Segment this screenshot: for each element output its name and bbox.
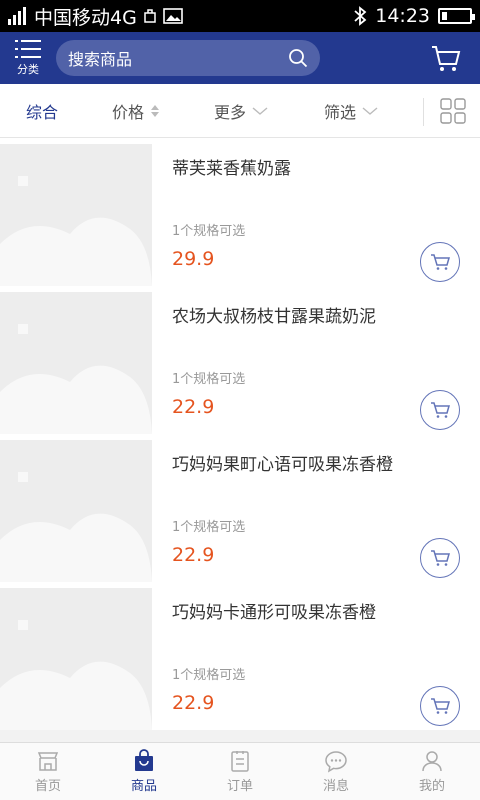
product-name: 农场大叔杨枝甘露果蔬奶泥 (172, 307, 376, 327)
product-item[interactable]: 巧妈妈卡通形可吸果冻香橙 1个规格可选 22.9 (0, 582, 480, 730)
cart-icon (431, 402, 450, 418)
add-to-cart-button[interactable] (420, 242, 460, 282)
category-label: 分类 (17, 63, 39, 76)
add-to-cart-button[interactable] (420, 538, 460, 578)
search-icon[interactable] (288, 48, 308, 68)
product-name: 巧妈妈卡通形可吸果冻香橙 (172, 603, 376, 623)
chevron-down-icon (252, 106, 268, 115)
cart-icon[interactable] (430, 42, 462, 74)
tab-products[interactable]: 商品 (96, 743, 192, 800)
cart-icon (431, 698, 450, 714)
cart-icon (431, 254, 450, 270)
category-button[interactable]: 分类 (0, 32, 56, 84)
product-item[interactable]: 巧妈妈果町心语可吸果冻香橙 1个规格可选 22.9 (0, 434, 480, 582)
product-price: 22.9 (172, 396, 215, 418)
user-icon (422, 751, 442, 772)
product-price: 29.9 (172, 248, 215, 270)
product-price: 22.9 (172, 692, 215, 714)
product-spec: 1个规格可选 (172, 372, 246, 387)
tab-messages[interactable]: 消息 (288, 743, 384, 800)
search-placeholder: 搜索商品 (68, 50, 133, 69)
home-icon (37, 752, 59, 771)
product-name: 蒂芙莱香蕉奶露 (172, 159, 291, 179)
battery-icon (438, 8, 475, 24)
filter-screen[interactable]: 筛选 (324, 99, 378, 123)
bag-icon (135, 749, 153, 771)
chevron-down-icon (362, 106, 378, 115)
menu-icon (15, 39, 41, 59)
carrier-label: 中国移动4G (34, 6, 137, 29)
product-item[interactable]: 农场大叔杨枝甘露果蔬奶泥 1个规格可选 22.9 (0, 286, 480, 434)
product-list: 蒂芙莱香蕉奶露 1个规格可选 29.9 农场大叔杨枝甘露果蔬奶泥 1个规格可选 … (0, 138, 480, 742)
order-icon (231, 751, 249, 772)
product-name: 巧妈妈果町心语可吸果冻香橙 (172, 455, 393, 475)
message-icon (325, 751, 347, 773)
filter-bar: 综合 价格 更多 筛选 (0, 84, 480, 138)
product-spec: 1个规格可选 (172, 668, 246, 683)
filter-comprehensive[interactable]: 综合 (26, 99, 58, 123)
product-spec: 1个规格可选 (172, 224, 246, 239)
product-image-placeholder (0, 440, 152, 582)
sort-icon (151, 104, 160, 117)
divider (423, 98, 424, 126)
filter-price[interactable]: 价格 (112, 99, 160, 123)
product-image-placeholder (0, 144, 152, 286)
add-to-cart-button[interactable] (420, 686, 460, 726)
product-price: 22.9 (172, 544, 215, 566)
tab-orders[interactable]: 订单 (192, 743, 288, 800)
add-to-cart-button[interactable] (420, 390, 460, 430)
clock: 14:23 (375, 5, 430, 27)
cart-icon (431, 550, 450, 566)
signal-icon (8, 7, 26, 25)
grid-view-icon[interactable] (440, 98, 466, 124)
top-bar: 分类 搜索商品 (0, 32, 480, 84)
product-image-placeholder (0, 588, 152, 730)
product-image-placeholder (0, 292, 152, 434)
tab-mine[interactable]: 我的 (384, 743, 480, 800)
screenshot-icon (144, 9, 156, 23)
bottom-nav: 首页 商品 订单 消息 我的 (0, 742, 480, 800)
tab-home[interactable]: 首页 (0, 743, 96, 800)
product-spec: 1个规格可选 (172, 520, 246, 535)
status-bar: 中国移动4G 14:23 (0, 0, 480, 32)
image-icon (163, 8, 183, 24)
filter-more[interactable]: 更多 (214, 99, 268, 123)
bluetooth-icon (354, 6, 367, 26)
product-item[interactable]: 蒂芙莱香蕉奶露 1个规格可选 29.9 (0, 138, 480, 286)
search-input[interactable]: 搜索商品 (56, 40, 320, 76)
